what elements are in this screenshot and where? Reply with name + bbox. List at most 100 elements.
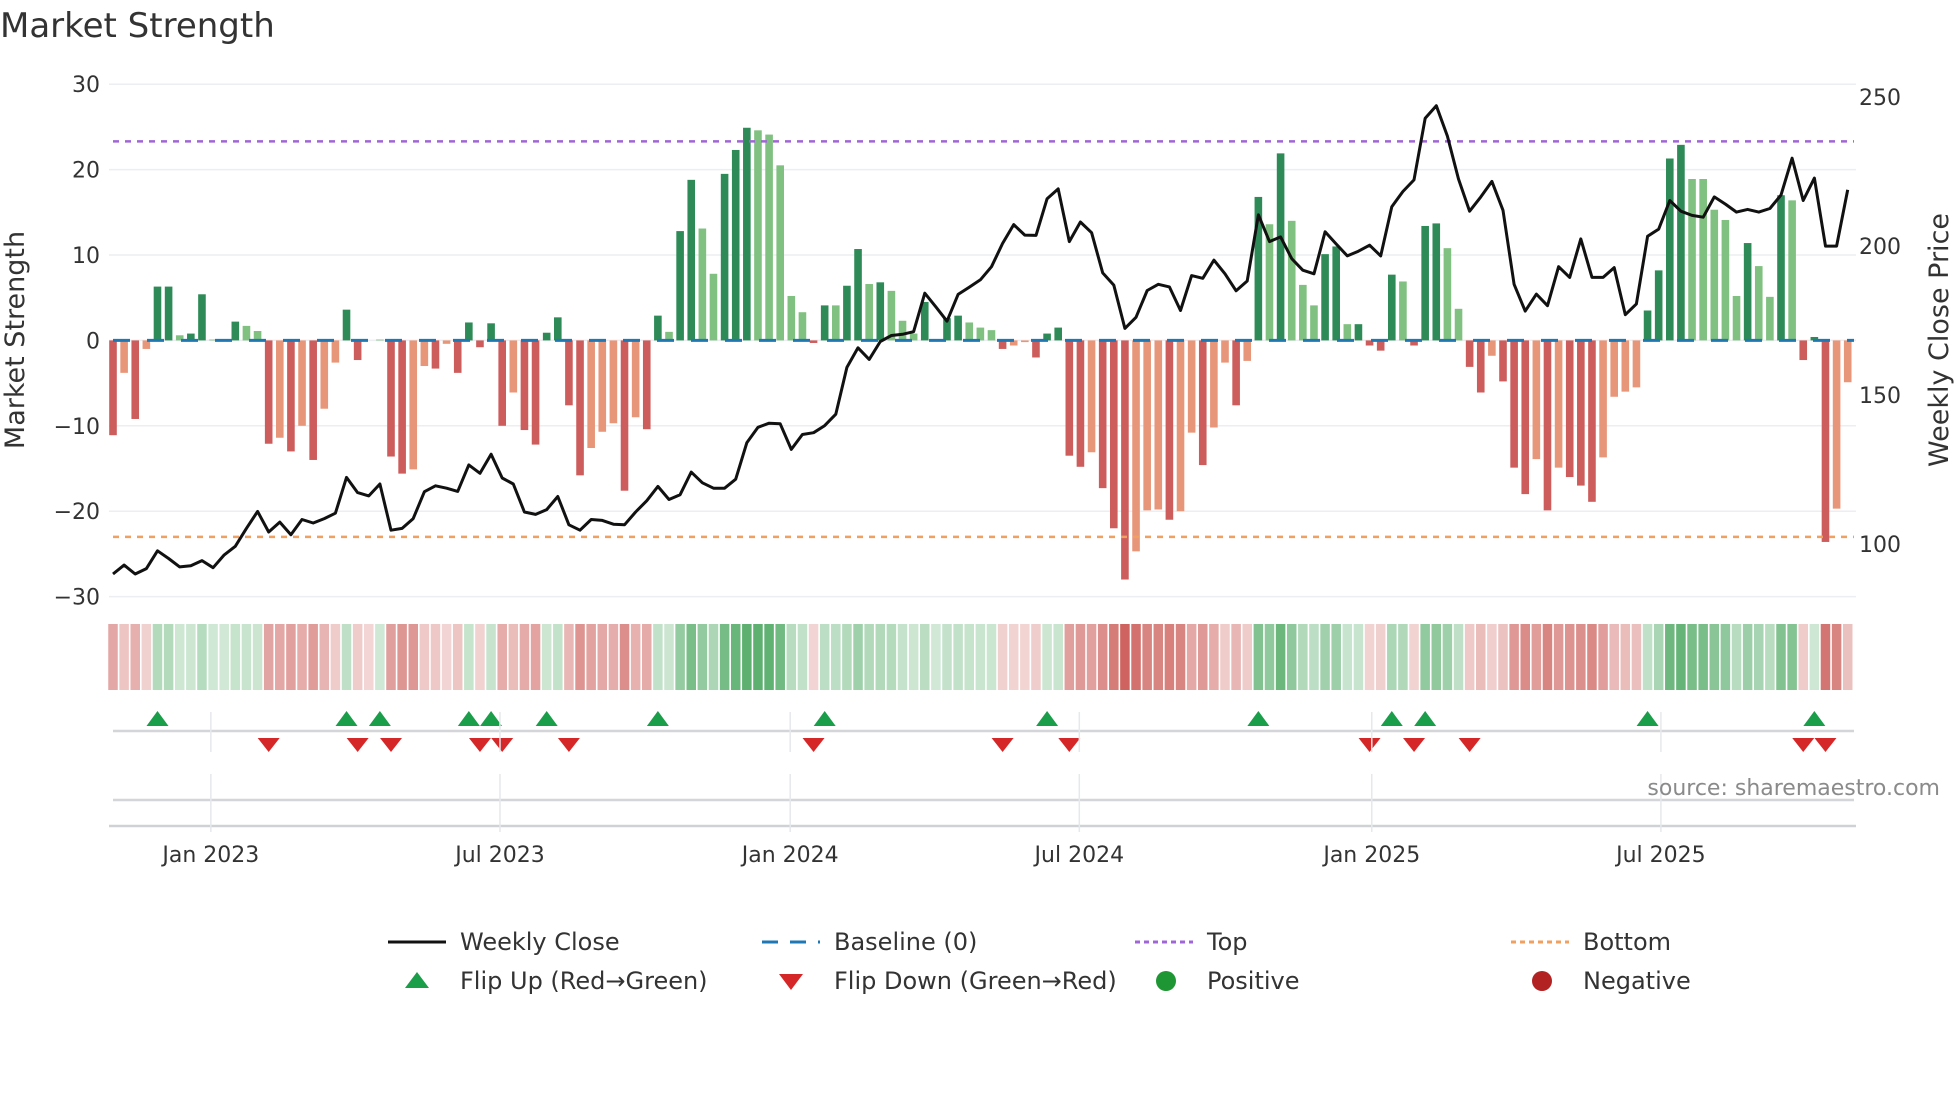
negative-bar — [131, 340, 140, 419]
heat-cell — [1420, 624, 1430, 690]
positive-bar — [1743, 243, 1752, 341]
positive-bar — [1388, 274, 1396, 341]
positive-bar — [731, 149, 740, 341]
heat-cell — [1120, 624, 1130, 690]
heat-cell — [1553, 624, 1564, 690]
heat-cell — [1209, 624, 1219, 690]
heat-cell — [1286, 624, 1297, 690]
heat-cell — [386, 624, 396, 690]
negative-bar — [1510, 340, 1518, 468]
positive-bar — [1699, 178, 1707, 341]
heat-cell — [541, 624, 552, 690]
heat-cell — [853, 624, 863, 690]
heat-cell — [1331, 624, 1341, 690]
negative-bar — [565, 340, 573, 406]
x-tick-label: Jan 2025 — [1321, 843, 1420, 868]
heat-cell — [1320, 624, 1330, 690]
heat-cell — [1742, 624, 1753, 690]
negative-bar — [1588, 340, 1596, 502]
heat-cell — [786, 624, 797, 690]
heat-cell — [1776, 624, 1786, 690]
flip-up-marker — [368, 711, 391, 726]
heat-cell — [230, 624, 241, 690]
heat-cell — [163, 624, 174, 690]
legend-label: Flip Up (Red→Green) — [460, 967, 708, 995]
negative-bar — [1577, 340, 1585, 486]
positive-bar — [1276, 153, 1285, 341]
negative-bar — [298, 340, 306, 426]
positive-bar — [820, 305, 829, 341]
y-tick-label: −30 — [54, 586, 100, 611]
negative-bar — [287, 340, 295, 452]
negative-bar — [409, 340, 418, 470]
positive-bar — [954, 315, 962, 341]
heat-cell — [675, 624, 685, 690]
heat-cell — [1787, 624, 1797, 690]
heat-cell — [964, 624, 974, 690]
positive-bar — [654, 315, 662, 341]
heat-cell — [341, 624, 352, 690]
flip-up-marker — [535, 711, 558, 726]
positive-bar — [743, 127, 751, 341]
heat-cell — [608, 624, 619, 690]
flip-down-marker — [1358, 738, 1381, 752]
positive-bar — [1343, 324, 1352, 341]
flip-down-marker — [1458, 738, 1481, 752]
x-tick-label: Jul 2024 — [1033, 843, 1125, 868]
x-axis: Jan 2023 Jul 2023 Jan 2024 Jul 2024 Jan 2025… — [109, 712, 1856, 868]
negative-bar — [1198, 340, 1207, 466]
heat-cell — [1042, 624, 1052, 690]
heat-cell — [330, 624, 341, 690]
heat-cell — [1364, 624, 1375, 690]
heat-cell — [108, 624, 118, 690]
line-icon — [388, 940, 446, 944]
heat-cell — [475, 624, 485, 690]
x-tick-label: Jul 2025 — [1614, 843, 1706, 868]
heat-cell — [886, 624, 897, 690]
flip-up-marker — [646, 711, 669, 726]
negative-bar — [1210, 340, 1218, 428]
flip-up-marker — [1414, 711, 1437, 726]
flip-down-marker — [991, 738, 1014, 752]
heat-cell — [1754, 624, 1764, 690]
negative-bar — [109, 340, 117, 436]
positive-bar — [242, 325, 251, 341]
heat-cell — [130, 624, 140, 690]
legend-label: Positive — [1207, 967, 1300, 995]
heat-cell — [408, 624, 418, 690]
heat-cell — [730, 624, 741, 690]
dashed-line-icon — [762, 940, 820, 944]
y-tick-label: −10 — [54, 415, 100, 440]
negative-bar — [353, 340, 362, 361]
heat-cell — [831, 624, 841, 690]
legend-top: Top — [1135, 928, 1248, 956]
flip-down-marker — [1403, 738, 1426, 752]
heat-cell — [441, 624, 452, 690]
heat-strip — [108, 624, 1853, 690]
flip-down-marker — [1058, 738, 1081, 752]
heat-cell — [1464, 624, 1475, 690]
positive-bar — [1432, 223, 1441, 341]
negative-bar — [1221, 340, 1229, 363]
positive-bar — [698, 228, 707, 341]
heat-cell — [1220, 624, 1230, 690]
negative-bar — [1032, 340, 1040, 358]
heat-cell — [1487, 624, 1497, 690]
heat-cell — [575, 624, 585, 690]
heat-cell — [597, 624, 608, 690]
flip-up-marker — [146, 711, 169, 726]
flip-markers — [113, 711, 1854, 752]
heat-cell — [1264, 624, 1275, 690]
y2-axis-title: Weekly Close Price — [1924, 213, 1955, 467]
legend-weekly-close: Weekly Close — [388, 928, 620, 956]
heat-cell — [953, 624, 963, 690]
legend-label: Weekly Close — [460, 928, 620, 956]
heat-cell — [1798, 624, 1808, 690]
legend-positive: Positive — [1135, 967, 1300, 995]
negative-bar — [1610, 340, 1618, 397]
positive-bar — [1321, 254, 1329, 341]
heat-cell — [1031, 624, 1041, 690]
heat-cell — [1309, 624, 1319, 690]
dotted-line-icon — [1511, 940, 1569, 944]
legend-label: Flip Down (Green→Red) — [834, 967, 1117, 995]
